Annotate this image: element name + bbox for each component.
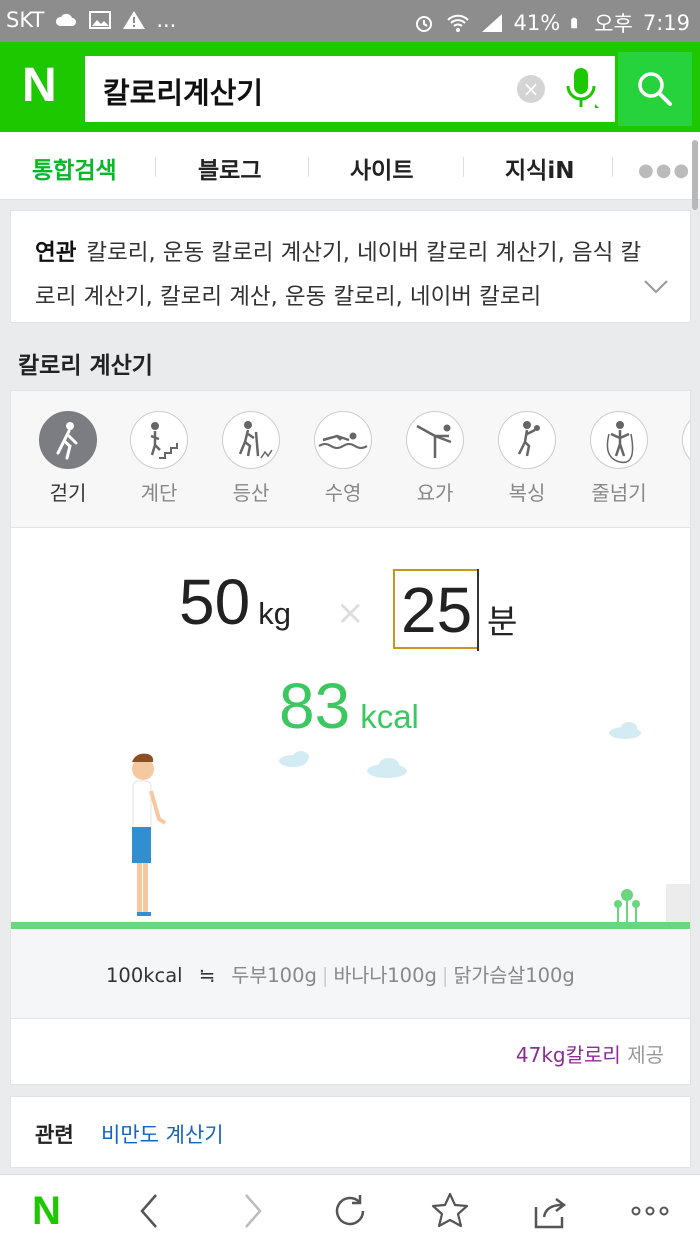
- swimming-icon: [318, 432, 368, 449]
- microphone-icon[interactable]: [563, 66, 599, 112]
- search-tabs: 통합검색 블로그 사이트 지식iN ●●●: [0, 132, 700, 200]
- activity-boxing[interactable]: 복싱: [497, 411, 557, 506]
- more-activity-icon: [683, 412, 690, 470]
- activity-label: 요가: [416, 481, 454, 505]
- bottom-navigation: N: [0, 1174, 700, 1244]
- status-bar: SKT ... 41% 오후 7:19: [0, 0, 700, 42]
- activity-hiking[interactable]: 등산: [221, 411, 281, 506]
- warning-icon: [123, 11, 146, 29]
- activity-more[interactable]: 자: [681, 411, 690, 506]
- activity-label: 등산: [232, 481, 270, 505]
- tab-divider: [308, 157, 309, 177]
- tabs-more-icon[interactable]: ●●●: [638, 160, 691, 181]
- calorie-equivalents: 100kcal ≒ 두부100g | 바나나100g | 닭가슴살100g: [11, 929, 690, 1019]
- activity-jump-rope[interactable]: 줄넘기: [589, 411, 649, 506]
- calculator-area: 50 kg × 25 분 83 kcal: [11, 529, 690, 929]
- search-button[interactable]: [618, 52, 692, 126]
- activity-label: 계단: [140, 481, 178, 505]
- activity-label: 복싱: [508, 481, 546, 505]
- jump-rope-icon: [606, 421, 634, 464]
- bookmark-star-icon[interactable]: [430, 1191, 470, 1231]
- signal-icon: [481, 14, 502, 32]
- standing-person-figure: [132, 753, 167, 916]
- equiv-item: 닭가슴살100g: [453, 964, 575, 987]
- related-links: 관련 비만도 계산기: [10, 1096, 691, 1168]
- activity-label: 걷기: [49, 481, 87, 505]
- tab-site[interactable]: 사이트: [350, 151, 413, 185]
- search-box[interactable]: 칼로리계산기 ×: [85, 56, 615, 122]
- tab-blog[interactable]: 블로그: [198, 151, 261, 185]
- walking-icon: [56, 422, 78, 460]
- equiv-item: 바나나100g: [333, 964, 437, 987]
- activity-stairs[interactable]: 계단: [129, 411, 189, 506]
- time-clock: 7:19: [642, 11, 690, 35]
- equiv-item: 두부100g: [231, 964, 317, 987]
- related-keywords[interactable]: 칼로리, 운동 칼로리 계산기, 네이버 칼로리 계산기, 음식 칼로리 계산기…: [35, 240, 641, 310]
- related-searches-text[interactable]: 연관 칼로리, 운동 칼로리 계산기, 네이버 칼로리 계산기, 음식 칼로리 계…: [35, 231, 645, 319]
- boxing-icon: [517, 421, 540, 457]
- tree-icon: [614, 889, 640, 922]
- search-header: N 칼로리계산기 ×: [0, 42, 700, 132]
- related-links-label: 관련: [35, 1123, 74, 1147]
- cloud-icon: [56, 13, 77, 26]
- clear-search-button[interactable]: ×: [517, 75, 545, 103]
- section-title: 칼로리 계산기: [18, 353, 153, 379]
- provider-suffix: 제공: [627, 1043, 664, 1067]
- calorie-calculator-card: 걷기 계단 등산 수영 요가 복싱 줄넘기 50 kg × 25 분 83 kc…: [10, 390, 691, 1085]
- tab-integrated-search[interactable]: 통합검색: [32, 151, 117, 185]
- wifi-icon: [446, 14, 469, 32]
- tab-divider: [155, 157, 156, 177]
- search-icon: [638, 72, 672, 106]
- equiv-base: 100kcal: [106, 964, 183, 987]
- ellipsis-icon: ...: [156, 8, 177, 32]
- approx-symbol: ≒: [198, 964, 216, 987]
- cloud-icon: [367, 758, 407, 778]
- chevron-down-icon[interactable]: [643, 273, 669, 299]
- bmi-calculator-link[interactable]: 비만도 계산기: [101, 1119, 224, 1149]
- tab-knowledge-in[interactable]: 지식iN: [505, 151, 574, 185]
- activity-swimming[interactable]: 수영: [313, 411, 373, 506]
- tab-divider: [463, 157, 464, 177]
- related-searches: 연관 칼로리, 운동 칼로리 계산기, 네이버 칼로리 계산기, 음식 칼로리 계…: [10, 210, 691, 323]
- ground-line: [11, 922, 690, 929]
- naver-logo[interactable]: N: [22, 62, 62, 110]
- scenery-illustration: [132, 722, 690, 922]
- cloud-icon: [279, 751, 309, 767]
- cloud-icon: [609, 722, 641, 739]
- alarm-icon: [415, 16, 432, 32]
- building-icon: [666, 884, 690, 922]
- home-n-icon[interactable]: N: [32, 1191, 72, 1231]
- time-ampm: 오후: [594, 12, 633, 36]
- carrier-label: SKT: [6, 8, 45, 32]
- provider-link[interactable]: 47kg칼로리: [516, 1043, 621, 1067]
- stairs-icon: [150, 422, 178, 459]
- activity-label: 수영: [324, 481, 362, 505]
- forward-icon[interactable]: [232, 1191, 272, 1231]
- activity-yoga[interactable]: 요가: [405, 411, 465, 506]
- tab-divider: [612, 157, 613, 177]
- back-icon[interactable]: [130, 1191, 170, 1231]
- activity-label: 줄넘기: [591, 481, 647, 505]
- search-input[interactable]: 칼로리계산기: [103, 70, 263, 112]
- activity-label: 자: [681, 477, 690, 506]
- battery-percent: 41%: [513, 11, 561, 35]
- more-icon[interactable]: [630, 1191, 670, 1231]
- activity-walking[interactable]: 걷기: [38, 411, 98, 506]
- provider-credit: 47kg칼로리 제공: [516, 1039, 664, 1068]
- battery-icon: [571, 17, 578, 29]
- related-label: 연관: [35, 240, 77, 266]
- image-icon: [89, 11, 112, 29]
- scrollbar[interactable]: [692, 140, 698, 210]
- activity-selector: 걷기 계단 등산 수영 요가 복싱 줄넘기: [11, 391, 690, 528]
- hiking-icon: [238, 421, 273, 459]
- share-icon[interactable]: [530, 1191, 570, 1231]
- yoga-icon: [416, 424, 452, 458]
- refresh-icon[interactable]: [330, 1191, 370, 1231]
